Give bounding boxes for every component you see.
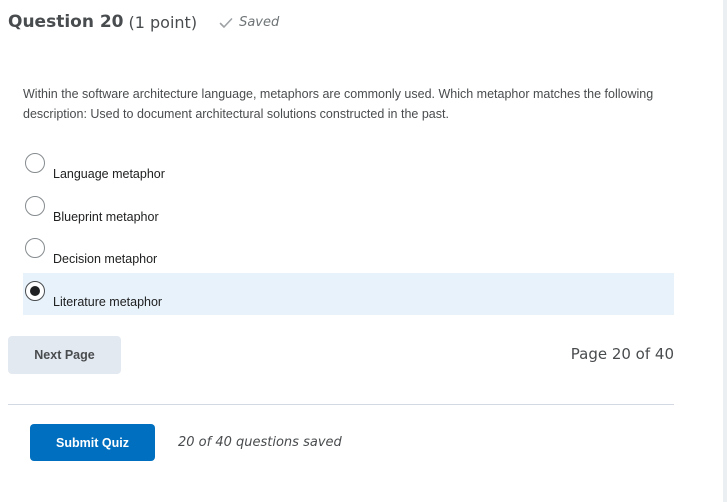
answer-option-language[interactable]: Language metaphor (23, 145, 674, 187)
next-page-button[interactable]: Next Page (8, 336, 121, 374)
answer-option-label: Decision metaphor (53, 252, 158, 266)
answer-option-label: Literature metaphor (53, 294, 163, 309)
submit-quiz-button[interactable]: Submit Quiz (30, 424, 155, 461)
radio-button[interactable] (25, 195, 45, 216)
saved-status-text: Saved (239, 14, 280, 30)
question-points: (1 point) (128, 12, 198, 32)
radio-button[interactable] (25, 153, 45, 173)
saved-status: Saved (219, 15, 279, 30)
page-indicator: Page 20 of 40 (570, 345, 674, 363)
question-title: Question 20 (8, 12, 124, 32)
question-text: Within the software architecture languag… (23, 87, 654, 121)
answer-options: Language metaphor Blueprint metaphor Dec… (23, 145, 674, 315)
answer-option-decision[interactable]: Decision metaphor (23, 230, 674, 272)
saved-questions-count: 20 of 40 questions saved (178, 435, 342, 450)
check-icon (219, 16, 233, 28)
divider (8, 404, 674, 405)
answer-option-blueprint[interactable]: Blueprint metaphor (23, 188, 674, 230)
answer-option-label: Language metaphor (53, 167, 165, 181)
radio-button[interactable] (25, 238, 45, 258)
answer-option-label: Blueprint metaphor (53, 209, 159, 224)
radio-button-selected[interactable] (25, 280, 45, 301)
right-edge-border (723, 0, 727, 502)
question-header: Question 20 (1 point) Saved (8, 10, 279, 34)
radio-selected-dot (30, 285, 40, 296)
answer-option-literature[interactable]: Literature metaphor (23, 272, 674, 315)
